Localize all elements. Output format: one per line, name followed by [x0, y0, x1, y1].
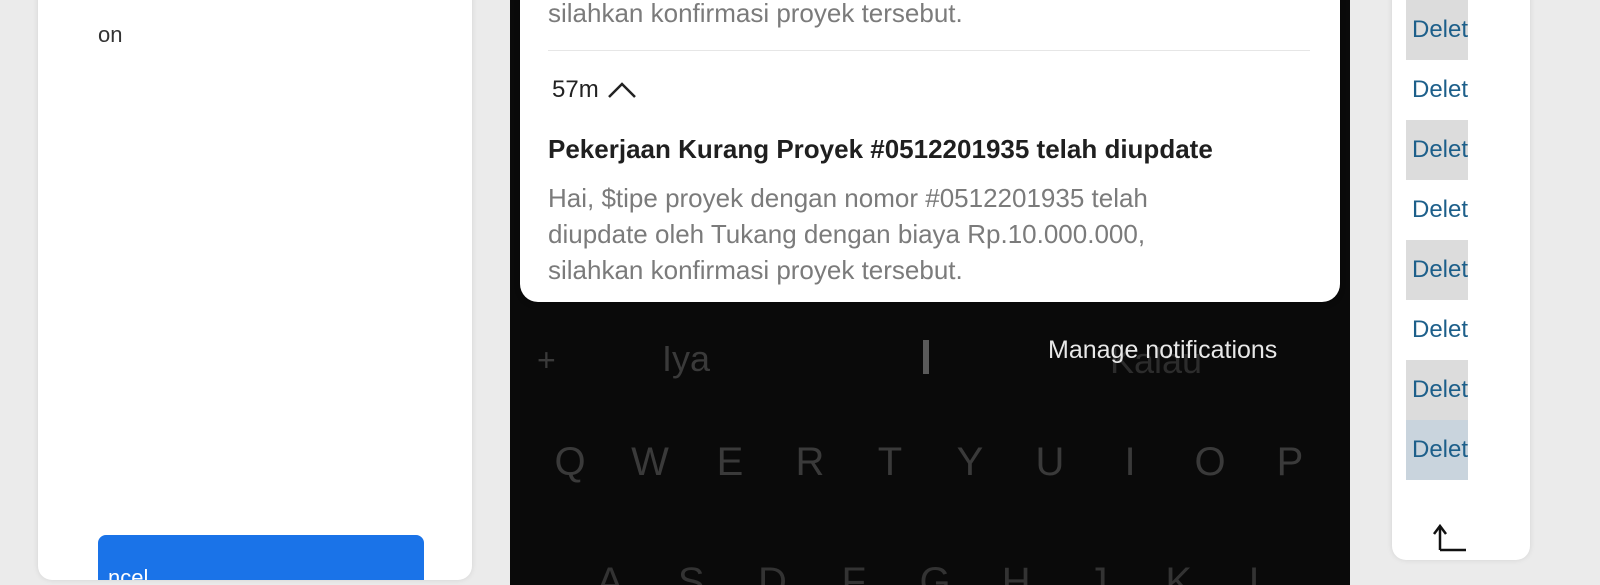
key[interactable]: Q	[540, 440, 600, 485]
keyboard-plus-icon[interactable]: +	[537, 342, 556, 379]
notification-divider	[548, 50, 1310, 51]
primary-button-label: ncel	[108, 565, 149, 580]
keyboard-suggestion-divider	[923, 340, 929, 374]
delete-link[interactable]: Delet	[1406, 420, 1468, 480]
key[interactable]: R	[780, 440, 840, 485]
key[interactable]: H	[986, 560, 1046, 585]
delete-link[interactable]: Delet	[1406, 360, 1468, 420]
key[interactable]: E	[700, 440, 760, 485]
key[interactable]: W	[620, 440, 680, 485]
delete-link[interactable]: Delet	[1406, 180, 1468, 240]
delete-list: Delet Delet Delet Delet Delet Delet Dele…	[1406, 0, 1468, 480]
delete-link[interactable]: Delet	[1406, 0, 1468, 60]
key[interactable]: K	[1149, 560, 1209, 585]
key[interactable]: J	[1068, 560, 1128, 585]
notification-time: 57m	[552, 76, 599, 103]
key[interactable]: T	[860, 440, 920, 485]
key[interactable]: D	[743, 560, 803, 585]
chevron-up-icon[interactable]	[605, 77, 639, 103]
key[interactable]: O	[1180, 440, 1240, 485]
left-panel: on ncel	[38, 0, 472, 580]
keyboard-row-2: A S D F G H J K L	[580, 560, 1290, 585]
keyboard-row-1: Q W E R T Y U I O P	[530, 440, 1330, 485]
key[interactable]: P	[1260, 440, 1320, 485]
key[interactable]: A	[580, 560, 640, 585]
key[interactable]: F	[824, 560, 884, 585]
delete-link[interactable]: Delet	[1406, 60, 1468, 120]
right-panel: Delet Delet Delet Delet Delet Delet Dele…	[1392, 0, 1530, 560]
notification-body-line: diupdate oleh Tukang dengan biaya Rp.10.…	[548, 219, 1146, 249]
key[interactable]: G	[905, 560, 965, 585]
key[interactable]: U	[1020, 440, 1080, 485]
return-arrow-icon[interactable]	[1430, 520, 1470, 560]
key[interactable]: L	[1230, 560, 1290, 585]
notification-header[interactable]: 57m	[552, 76, 639, 104]
notification-title: Pekerjaan Kurang Proyek #0512201935 tela…	[548, 134, 1213, 164]
delete-link[interactable]: Delet	[1406, 240, 1468, 300]
phone-screen: silahkan konfirmasi proyek tersebut. 57m…	[510, 0, 1350, 585]
key[interactable]: Y	[940, 440, 1000, 485]
key[interactable]: I	[1100, 440, 1160, 485]
delete-link[interactable]: Delet	[1406, 300, 1468, 360]
notification-body-line: Hai, $tipe proyek dengan nomor #05122019…	[548, 183, 1148, 213]
manage-notifications-button[interactable]: Manage notifications	[1048, 336, 1277, 365]
notification-body: Hai, $tipe proyek dengan nomor #05122019…	[548, 180, 1308, 288]
notification-body-line: silahkan konfirmasi proyek tersebut.	[548, 255, 963, 285]
keyboard-suggestion-iya[interactable]: Iya	[662, 338, 710, 380]
delete-link[interactable]: Delet	[1406, 120, 1468, 180]
left-text-fragment: on	[98, 22, 123, 47]
previous-notification-body: silahkan konfirmasi proyek tersebut.	[548, 0, 963, 28]
primary-button[interactable]: ncel	[98, 535, 424, 580]
key[interactable]: S	[661, 560, 721, 585]
notification-card[interactable]: silahkan konfirmasi proyek tersebut. 57m…	[520, 0, 1340, 302]
